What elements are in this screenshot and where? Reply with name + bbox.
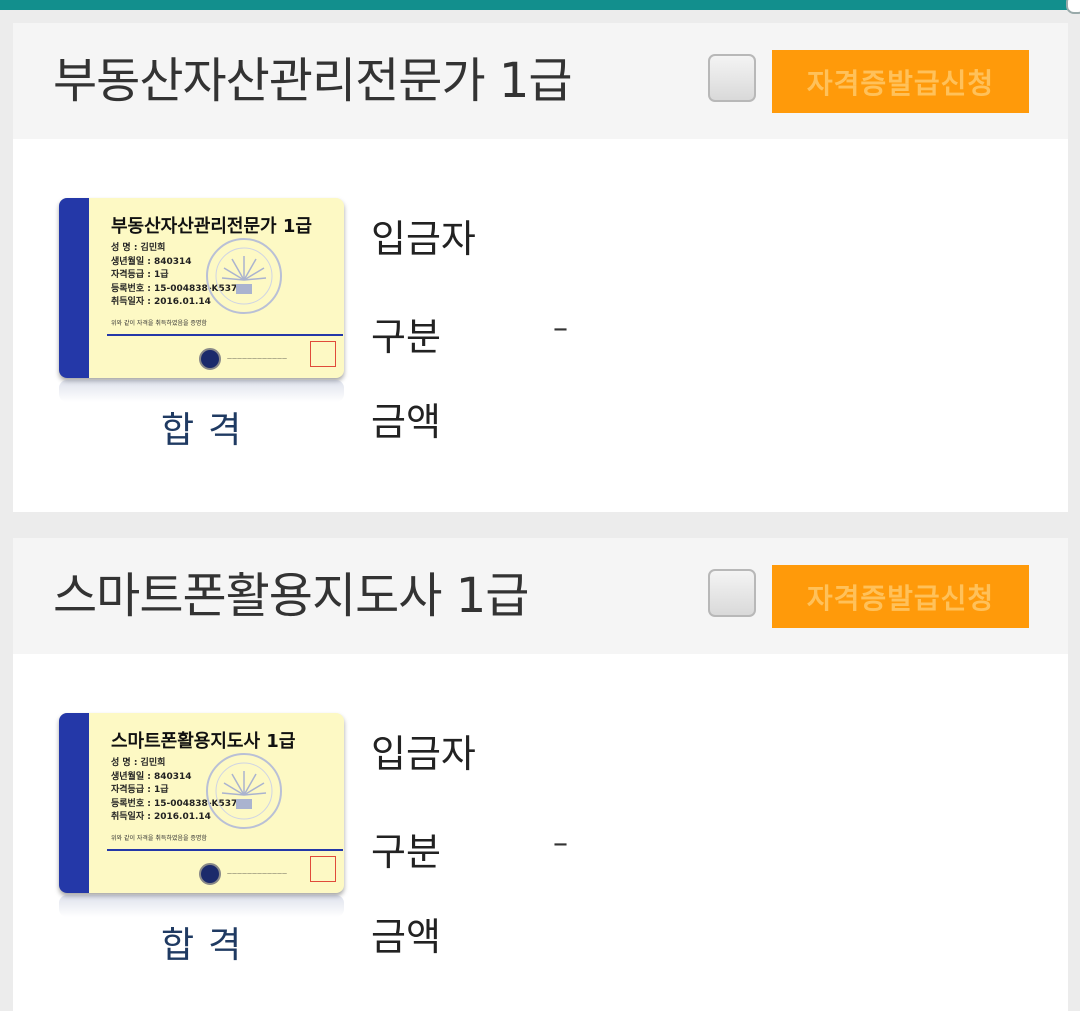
card-header: 스마트폰활용지도사 1급 자격증발급신청 xyxy=(13,538,1068,654)
certificate-reflection xyxy=(59,895,344,917)
certificate-footer: ———————————— xyxy=(227,871,287,877)
stamp-icon xyxy=(310,856,336,882)
stamp-icon xyxy=(310,341,336,367)
certificate-card: 부동산자산관리전문가 1급 자격증발급신청 부동산자산관리전문가 1급 성 명 … xyxy=(13,23,1068,512)
certificate-card-preview: 스마트폰활용지도사 1급 성 명 : 김민희 생년월일 : 840314 자격등… xyxy=(59,713,344,893)
card-title: 스마트폰활용지도사 1급 xyxy=(53,568,529,624)
emblem-icon xyxy=(206,238,282,314)
scroll-corner xyxy=(1066,0,1080,14)
type-value: – xyxy=(553,311,568,346)
certificate-footer: ———————————— xyxy=(227,356,287,362)
emblem-icon xyxy=(206,753,282,829)
depositor-label: 입금자 xyxy=(371,217,476,261)
amount-label: 금액 xyxy=(371,400,441,444)
card-title: 부동산자산관리전문가 1급 xyxy=(53,53,573,109)
certificate-card: 스마트폰활용지도사 1급 자격증발급신청 스마트폰활용지도사 1급 성 명 : … xyxy=(13,538,1068,1011)
type-label: 구분 xyxy=(371,315,441,359)
select-checkbox[interactable] xyxy=(708,569,756,617)
certificate-card-preview: 부동산자산관리전문가 1급 성 명 : 김민희 생년월일 : 840314 자격… xyxy=(59,198,344,378)
certificate-divider xyxy=(107,849,343,851)
certificate-title: 스마트폰활용지도사 1급 xyxy=(111,731,296,752)
certificate-reflection xyxy=(59,380,344,402)
certificate-title: 부동산자산관리전문가 1급 xyxy=(111,216,312,237)
certificate-image: 부동산자산관리전문가 1급 성 명 : 김민희 생년월일 : 840314 자격… xyxy=(59,198,344,403)
top-bar xyxy=(0,0,1080,10)
certificate-strip xyxy=(59,198,89,378)
certificate-divider xyxy=(107,334,343,336)
certificate-note: 위와 같이 자격을 취득하였음을 증명함 xyxy=(111,835,207,842)
card-header: 부동산자산관리전문가 1급 자격증발급신청 xyxy=(13,23,1068,139)
seal-icon xyxy=(199,348,221,370)
certificate-image: 스마트폰활용지도사 1급 성 명 : 김민희 생년월일 : 840314 자격등… xyxy=(59,713,344,918)
certificate-note: 위와 같이 자격을 취득하였음을 증명함 xyxy=(111,320,207,327)
seal-icon xyxy=(199,863,221,885)
certificate-strip xyxy=(59,713,89,893)
type-value: – xyxy=(553,826,568,861)
type-label: 구분 xyxy=(371,830,441,874)
select-checkbox[interactable] xyxy=(708,54,756,102)
status-text: 합격 xyxy=(161,410,256,451)
apply-certificate-button[interactable]: 자격증발급신청 xyxy=(772,565,1029,628)
status-text: 합격 xyxy=(161,925,256,966)
amount-label: 금액 xyxy=(371,915,441,959)
depositor-label: 입금자 xyxy=(371,732,476,776)
apply-certificate-button[interactable]: 자격증발급신청 xyxy=(772,50,1029,113)
